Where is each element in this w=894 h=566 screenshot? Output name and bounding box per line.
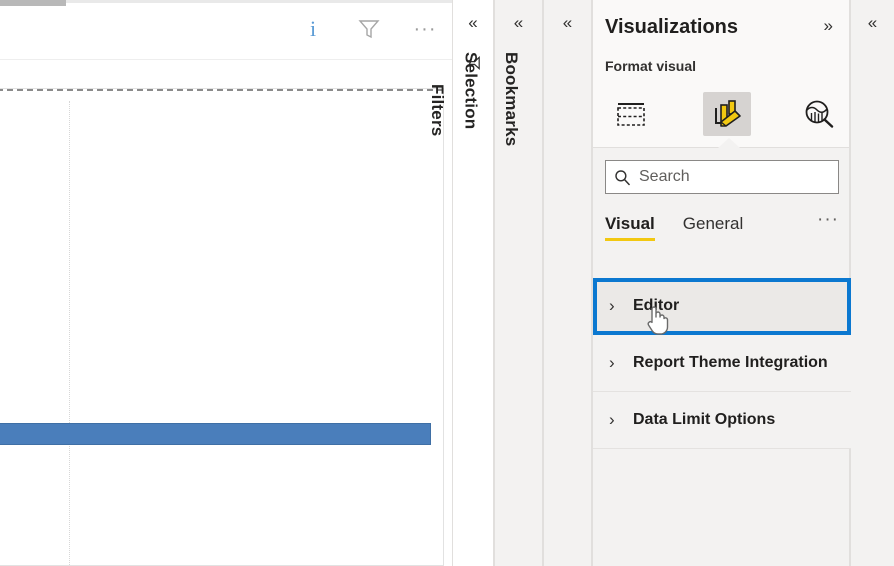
- format-tabs-more-icon[interactable]: ···: [817, 210, 839, 229]
- format-card-list: › Editor › Report Theme Integration › Da…: [593, 278, 851, 449]
- format-card-data-limit-options-label: Data Limit Options: [633, 411, 776, 428]
- tab-analytics[interactable]: [795, 92, 843, 136]
- tab-visual[interactable]: Visual: [605, 214, 655, 241]
- format-card-report-theme-integration[interactable]: › Report Theme Integration: [593, 335, 851, 392]
- expand-chevron-icon[interactable]: »: [824, 17, 833, 34]
- chevron-right-icon: ›: [609, 353, 615, 372]
- powerbi-report-editor: i ··· « Filters « Selection « Bookmarks …: [0, 0, 894, 566]
- more-options-glyph: ···: [413, 18, 437, 40]
- more-options-icon[interactable]: ···: [412, 16, 438, 42]
- chevron-right-icon: ›: [609, 410, 615, 429]
- sidebar-pane-filters-label: Filters: [427, 84, 447, 137]
- info-icon-glyph: i: [309, 16, 317, 41]
- visual-container[interactable]: [0, 88, 444, 566]
- info-icon[interactable]: i: [300, 16, 326, 42]
- page-title: Visualizations: [605, 16, 739, 38]
- chart-gridline: [69, 101, 70, 566]
- visual-selection-border: [0, 89, 443, 91]
- format-card-editor-label: Editor: [633, 297, 680, 314]
- magnifier-chart-icon: [805, 100, 834, 128]
- sidebar-pane-bookmarks[interactable]: « Bookmarks: [501, 0, 592, 566]
- table-fields-icon: [617, 103, 645, 126]
- chevron-right-icon: ›: [609, 296, 615, 315]
- visualizations-header: Visualizations » Format visual: [593, 0, 849, 148]
- format-card-data-limit-options[interactable]: › Data Limit Options: [593, 392, 851, 449]
- tab-general[interactable]: General: [683, 214, 743, 241]
- visualizations-tab-strip: [593, 88, 849, 140]
- tab-build-visual[interactable]: [607, 92, 655, 136]
- window-chrome-strip-light: [66, 0, 452, 3]
- sidebar-pane-selection-label: Selection: [460, 52, 480, 130]
- visual-header: i ···: [0, 6, 452, 60]
- visual-header-icon-group: i ···: [300, 16, 438, 42]
- search-placeholder: Search: [639, 168, 690, 185]
- tab-format-visual[interactable]: [703, 92, 751, 136]
- chart-bar[interactable]: [0, 423, 431, 445]
- search-icon: [615, 169, 630, 185]
- collapse-chevron-icon[interactable]: «: [468, 14, 477, 31]
- filter-icon[interactable]: [356, 16, 382, 42]
- format-card-editor[interactable]: › Editor: [593, 278, 851, 335]
- search-input[interactable]: Search: [605, 160, 839, 194]
- collapse-chevron-icon[interactable]: «: [868, 14, 877, 31]
- collapse-chevron-icon[interactable]: «: [514, 14, 523, 31]
- paintbrush-icon: [715, 100, 741, 127]
- visualizations-pane: Visualizations » Format visual Search Vi…: [592, 0, 851, 566]
- sidebar-pane-fields[interactable]: « Fields: [828, 0, 894, 566]
- active-tab-caret: [718, 138, 740, 148]
- sidebar-pane-bookmarks-label: Bookmarks: [501, 52, 521, 147]
- funnel-shape: [358, 20, 380, 39]
- collapse-chevron-icon[interactable]: «: [563, 14, 572, 31]
- format-visual-subtitle: Format visual: [605, 58, 697, 74]
- report-canvas[interactable]: i ···: [0, 0, 452, 566]
- format-scope-tabs: Visual General ···: [605, 210, 839, 256]
- format-card-report-theme-integration-label: Report Theme Integration: [633, 354, 828, 371]
